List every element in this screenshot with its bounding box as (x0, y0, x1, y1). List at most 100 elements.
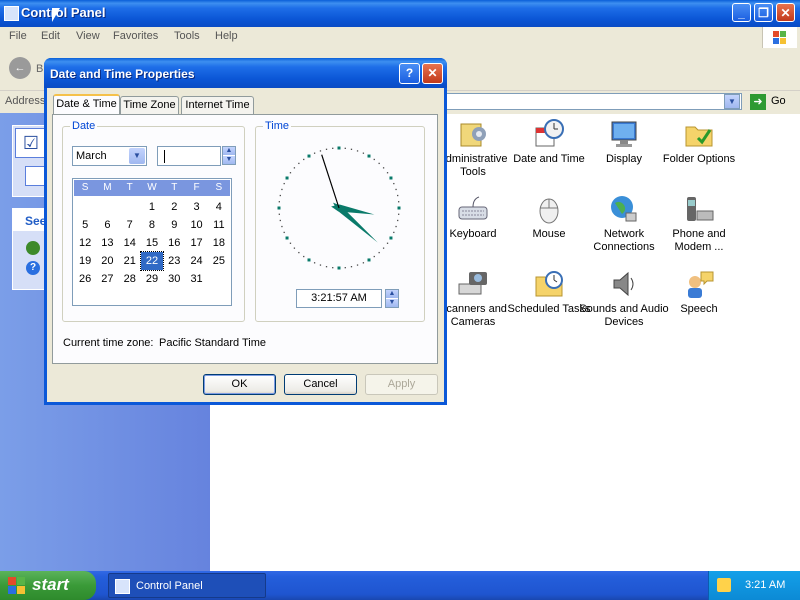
calendar-day[interactable]: 27 (96, 270, 118, 288)
calendar-day[interactable]: 9 (163, 216, 185, 234)
calendar-day[interactable]: 29 (141, 270, 163, 288)
clock-hour-mark (397, 206, 401, 210)
clock-minute-mark (356, 150, 359, 152)
clock-minute-mark (325, 148, 328, 150)
menu-file[interactable]: File (9, 30, 27, 42)
menu-favorites[interactable]: Favorites (113, 30, 158, 42)
taskbar: start Control Panel 3:21 AM (0, 571, 800, 600)
calendar-day[interactable]: 13 (96, 234, 118, 252)
calendar-day[interactable]: 8 (141, 216, 163, 234)
calendar-day[interactable]: 17 (185, 234, 207, 252)
tab-date-time[interactable]: Date & Time (53, 94, 120, 115)
dialog-titlebar[interactable]: Date and Time Properties ? ✕ (44, 58, 447, 88)
calendar-day[interactable]: 26 (74, 270, 96, 288)
explorer-title: Control Panel (21, 5, 106, 20)
month-calendar[interactable]: SMTWTFS 1 2 3 4 5 6 7 8 9 10 11 12 13 14 15 16 17 18 19 20 2… (72, 178, 232, 306)
calendar-day[interactable]: 10 (185, 216, 207, 234)
dialog-close-button[interactable]: ✕ (422, 63, 443, 84)
calendar-day[interactable]: 18 (208, 234, 230, 252)
clock-minute-mark (350, 148, 353, 150)
calendar-day[interactable]: 28 (119, 270, 141, 288)
clock-minute-mark (386, 172, 389, 174)
calendar-day[interactable]: 25 (208, 252, 230, 270)
system-tray: 3:21 AM (708, 571, 800, 600)
calendar-day[interactable]: 12 (74, 234, 96, 252)
control-panel-icon (4, 6, 19, 21)
calendar-day[interactable]: 24 (185, 252, 207, 270)
calendar-day[interactable]: 1 (141, 198, 163, 216)
clock-minute-mark (397, 194, 399, 197)
spin-down-icon[interactable]: ▼ (223, 156, 235, 164)
go-arrow-icon[interactable]: ➜ (750, 94, 766, 110)
cp-item-folder-options[interactable]: Folder Options (654, 118, 744, 166)
start-button[interactable]: start (0, 571, 96, 600)
calendar-day[interactable]: 23 (163, 252, 185, 270)
clock-minute-mark (279, 219, 281, 222)
calendar-day[interactable]: 4 (208, 198, 230, 216)
close-button[interactable]: ✕ (776, 3, 795, 22)
calendar-day[interactable]: 11 (208, 216, 230, 234)
calendar-day[interactable]: 2 (163, 198, 185, 216)
time-spinner[interactable]: ▲ ▼ (385, 289, 399, 308)
maximize-button[interactable]: ❐ (754, 3, 773, 22)
windows-update-icon[interactable] (26, 241, 40, 255)
spin-up-icon[interactable]: ▲ (223, 147, 235, 155)
calendar-day[interactable]: 19 (74, 252, 96, 270)
weekday-header: S (81, 182, 89, 193)
calendar-day[interactable]: 31 (185, 270, 207, 288)
year-spinner[interactable]: ▲ ▼ (222, 146, 236, 165)
calendar-day[interactable]: 5 (74, 216, 96, 234)
calendar-day[interactable]: 6 (96, 216, 118, 234)
cp-item-phone-and-modem[interactable]: Phone and Modem ... (654, 193, 744, 254)
calendar-day[interactable]: 21 (119, 252, 141, 270)
ok-button[interactable]: OK (203, 374, 276, 395)
chevron-down-icon[interactable]: ▼ (129, 148, 145, 164)
cancel-button[interactable]: Cancel (284, 374, 357, 395)
explorer-titlebar: Control Panel _ ❐ ✕ (0, 0, 800, 27)
calendar-day[interactable]: 7 (119, 216, 141, 234)
calendar-day[interactable]: 14 (119, 234, 141, 252)
clock-hour-mark (337, 266, 341, 270)
back-arrow-icon[interactable]: ← (9, 57, 31, 79)
time-field[interactable]: 3:21:57 AM (296, 289, 382, 308)
calendar-empty-cell (96, 198, 118, 216)
tab-internet-time[interactable]: Internet Time (181, 96, 254, 114)
year-field[interactable] (157, 146, 221, 166)
address-dropdown-button[interactable]: ▼ (724, 94, 740, 109)
help-support-icon[interactable]: ? (26, 261, 40, 275)
clock-minute-mark (344, 147, 346, 149)
apply-button[interactable]: Apply (365, 374, 438, 395)
address-input[interactable] (444, 93, 742, 110)
tab-time-zone[interactable]: Time Zone (120, 96, 179, 114)
calendar-day-selected[interactable]: 22 (139, 251, 165, 271)
calendar-day[interactable]: 30 (163, 270, 185, 288)
spin-down-icon[interactable]: ▼ (386, 299, 398, 307)
tray-clock[interactable]: 3:21 AM (745, 579, 785, 591)
month-select[interactable]: March ▼ (72, 146, 147, 166)
calendar-day-grid[interactable]: 1 2 3 4 5 6 7 8 9 10 11 12 13 14 15 16 17 18 19 20 21 22 23 24 2… (74, 198, 230, 288)
minimize-button[interactable]: _ (732, 3, 751, 22)
calendar-day[interactable]: 15 (141, 234, 163, 252)
spin-up-icon[interactable]: ▲ (386, 290, 398, 298)
calendar-day[interactable]: 3 (185, 198, 207, 216)
calendar-day[interactable]: 16 (163, 234, 185, 252)
clock-minute-mark (393, 231, 395, 234)
cp-item-speech[interactable]: Speech (654, 268, 744, 316)
menu-edit[interactable]: Edit (41, 30, 60, 42)
clock-minute-mark (382, 167, 385, 169)
menu-tools[interactable]: Tools (174, 30, 200, 42)
back-button-label[interactable]: B (36, 63, 43, 75)
switch-view-icon[interactable] (25, 166, 45, 186)
tray-icon[interactable] (717, 578, 731, 592)
go-button-label[interactable]: Go (771, 95, 786, 107)
calendar-weekday-header: SMTWTFS (74, 180, 230, 196)
menu-help[interactable]: Help (215, 30, 238, 42)
taskbar-control-panel[interactable]: Control Panel (108, 573, 266, 598)
help-button[interactable]: ? (399, 63, 420, 84)
clock-minute-mark (281, 188, 283, 191)
clock-minute-mark (395, 188, 397, 191)
calendar-day[interactable]: 20 (96, 252, 118, 270)
menu-view[interactable]: View (76, 30, 100, 42)
clock-minute-mark (303, 255, 305, 258)
clock-minute-mark (319, 150, 322, 152)
